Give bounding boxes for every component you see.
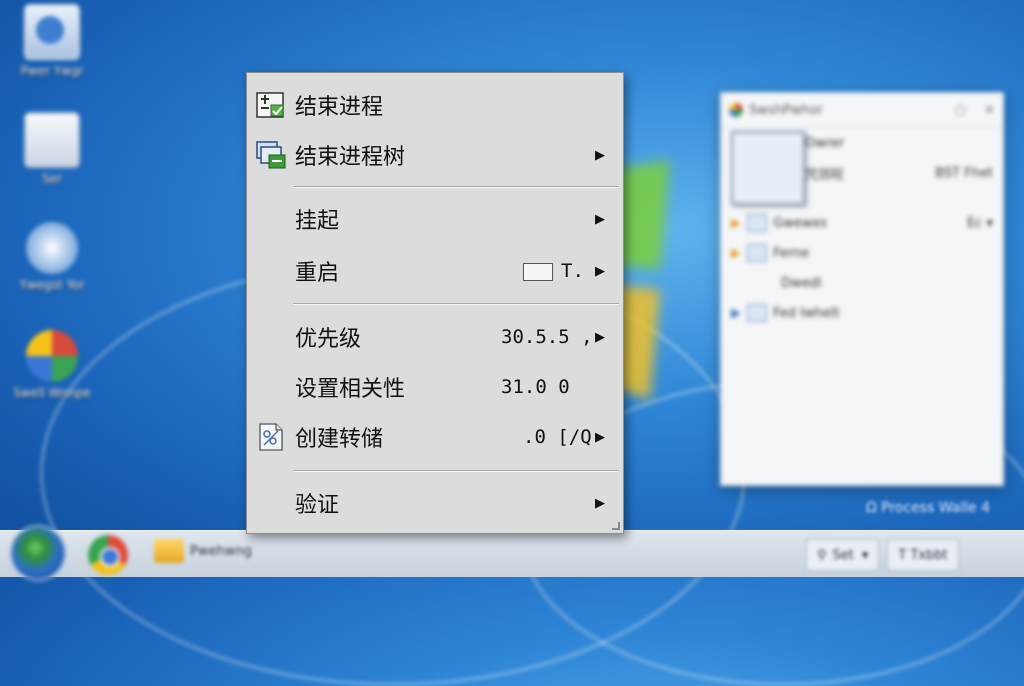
menu-separator [293, 303, 619, 305]
menu-item-label: 优先级 [295, 327, 362, 352]
menu-item-verify[interactable]: 验证 ▶ [247, 481, 623, 525]
shortcut-box-icon [523, 262, 553, 281]
search-label: Set [832, 547, 854, 563]
menu-item-label: 设置相关性 [295, 377, 406, 402]
desktop-icon-label: Ser [42, 172, 62, 186]
taskbar: Pwehwng ⚲ Set ▾ T Txbbt [0, 525, 1024, 581]
desktop-icon-network[interactable]: Ywegst Yor [12, 222, 92, 292]
menu-item-value: 31.0 0 [501, 376, 570, 398]
explorer-taskbar-button[interactable]: Pwehwng [154, 539, 252, 563]
list-item-label: Ferne [773, 245, 810, 261]
submenu-arrow-icon: ▶ [595, 429, 605, 445]
network-icon [26, 222, 78, 274]
submenu-arrow-icon: ▶ [595, 329, 605, 345]
desktop-icon-label: Ywegst Yor [19, 278, 85, 292]
desktop-icon-label: Pwer Ywgr [20, 64, 84, 78]
menu-item-label: 结束进程 [295, 95, 384, 120]
menu-separator [293, 186, 619, 188]
list-item-label: Owrer [805, 135, 845, 151]
folder-icon [747, 214, 767, 232]
resize-grip-icon[interactable] [612, 522, 620, 530]
list-item[interactable]: ▶ Ferne [721, 238, 1003, 268]
list-item[interactable]: ▶ Gwewes Ec ▾ [721, 208, 1003, 238]
list-item[interactable]: ▶ Fed Iwhelt [721, 298, 1003, 328]
background-window-titlebar[interactable]: SwshPwhor ○ ✕ [721, 93, 1003, 128]
menu-item-label: 重启 [295, 261, 340, 286]
menu-item-shortcut: T. [523, 260, 584, 282]
list-item-label: Fed Iwhelt [773, 305, 840, 321]
document-icon [24, 112, 80, 168]
floating-window-thumbnail [731, 131, 805, 205]
system-tray[interactable]: T Txbbt [887, 539, 959, 571]
taskbar-search[interactable]: ⚲ Set ▾ [806, 539, 880, 571]
computer-icon [24, 4, 80, 60]
expand-arrow-icon[interactable]: ▶ [731, 216, 741, 231]
menu-item-restart[interactable]: 重启 T. ▶ [247, 249, 623, 293]
end-process-icon [256, 92, 284, 118]
menu-item-value: .0 [/Q [523, 426, 592, 448]
menu-separator [293, 470, 619, 472]
menu-item-end-process-tree[interactable]: 结束进程树 ▶ [247, 133, 623, 177]
list-item-label: Dwedl [781, 275, 822, 291]
list-item-value[interactable]: Ec ▾ [967, 216, 993, 231]
desktop-icon-document[interactable]: Ser [12, 112, 92, 186]
folder-icon [747, 244, 767, 262]
submenu-arrow-icon: ▶ [595, 147, 605, 163]
background-window[interactable]: SwshPwhor ○ ✕ Owrer 咒郊旺 BST Fhet ▶ Gwewes Ec… [720, 92, 1004, 486]
submenu-arrow-icon: ▶ [595, 211, 605, 227]
search-icon: ⚲ [817, 547, 827, 563]
tray-label: T Txbbt [898, 547, 948, 563]
menu-item-priority[interactable]: 优先级 30.5.5 , ▶ [247, 315, 623, 359]
menu-item-end-process[interactable]: 结束进程 [247, 83, 623, 127]
create-dump-icon [259, 423, 283, 451]
menu-item-value: 30.5.5 , [501, 326, 593, 348]
menu-item-value: T. [561, 260, 584, 282]
menu-item-label: 挂起 [295, 209, 340, 234]
submenu-arrow-icon: ▶ [595, 263, 605, 279]
list-item-value: BST Fhet [935, 165, 993, 181]
browser-taskbar-icon[interactable] [88, 535, 128, 575]
list-item[interactable]: Dwedl [721, 268, 1003, 298]
end-process-tree-icon [256, 141, 286, 169]
folder-icon [747, 304, 767, 322]
window-title: SwshPwhor [749, 102, 823, 118]
submenu-arrow-icon: ▶ [595, 495, 605, 511]
minimize-icon[interactable]: ○ [955, 103, 966, 118]
process-context-menu: 结束进程 结束进程树 ▶ 挂起 ▶ 重启 T. ▶ 优先级 30.5.5 , ▶… [246, 72, 624, 534]
wallpaper-caption: Ω Process Walle 4 [866, 500, 990, 516]
menu-item-label: 创建转储 [295, 427, 384, 452]
menu-item-suspend[interactable]: 挂起 ▶ [247, 197, 623, 241]
chevron-down-icon: ▾ [861, 547, 869, 563]
desktop-icon-label: Swell Wnnpe [13, 386, 91, 400]
taskbar-button-label: Pwehwng [190, 543, 252, 559]
start-button[interactable] [10, 525, 66, 581]
desktop-icon-computer[interactable]: Pwer Ywgr [12, 4, 92, 78]
expand-arrow-icon[interactable]: ▶ [731, 306, 741, 321]
folder-icon [154, 539, 184, 563]
expand-arrow-icon[interactable]: ▶ [731, 246, 741, 261]
control-panel-icon [26, 330, 78, 382]
app-icon [729, 103, 743, 117]
close-icon[interactable]: ✕ [984, 103, 995, 118]
desktop-icon-control-panel[interactable]: Swell Wnnpe [12, 330, 92, 400]
menu-item-create-dump[interactable]: 创建转储 .0 [/Q ▶ [247, 415, 623, 459]
menu-item-label: 验证 [295, 493, 340, 518]
list-item-label: Gwewes [773, 215, 828, 231]
list-item-label: 咒郊旺 [805, 167, 845, 183]
menu-item-label: 结束进程树 [295, 145, 406, 170]
menu-item-set-affinity[interactable]: 设置相关性 31.0 0 [247, 365, 623, 409]
